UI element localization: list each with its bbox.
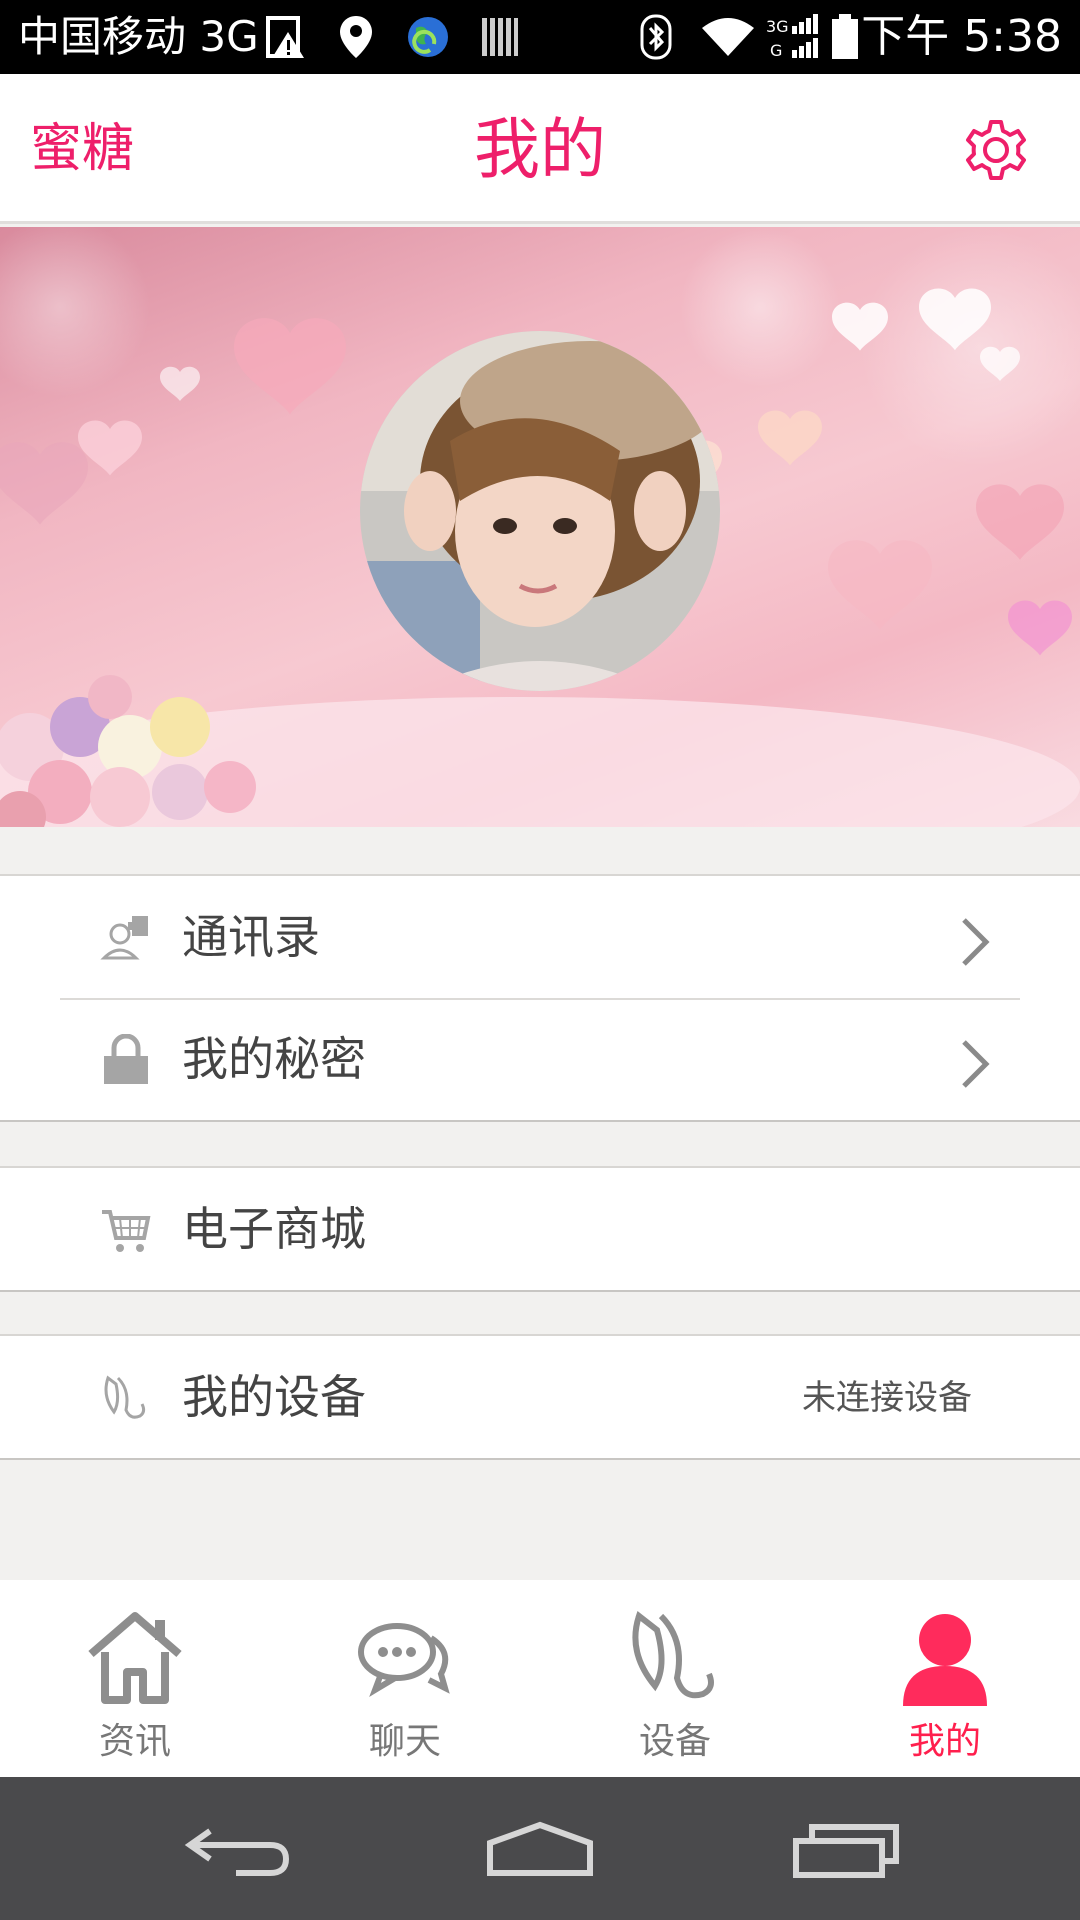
menu-item-label: 通讯录 [182,910,320,964]
page-title: 我的 [474,111,606,188]
menu-item-label: 我的秘密 [182,1032,366,1086]
device-icon [632,1611,714,1699]
avatar[interactable] [360,331,720,691]
chevron-right-icon [962,1040,990,1088]
tab-label: 我的 [908,1721,981,1762]
chat-icon [358,1623,450,1697]
status-bar: 中国移动 3G 3G G 下午 5:38 [0,0,1080,74]
profile-banner [0,227,1080,827]
avatar-photo [360,331,720,691]
tab-news[interactable]: 资讯 [0,1580,270,1777]
tab-label: 设备 [638,1721,711,1762]
menu-item-contacts[interactable]: 通讯录 [0,876,1080,998]
home-icon[interactable] [480,1813,600,1883]
chevron-right-icon [962,918,990,966]
recents-icon[interactable] [786,1813,906,1883]
tab-mine[interactable]: 我的 [810,1580,1080,1777]
tab-device[interactable]: 设备 [540,1580,810,1777]
warning-icon [266,16,304,58]
home-icon [88,1612,182,1704]
battery-icon [832,14,858,59]
location-icon [340,16,372,58]
menu-item-label: 电子商城 [182,1202,366,1256]
system-nav-bar [0,1777,1080,1920]
device-status: 未连接设备 [802,1378,972,1418]
globe-sync-icon [408,17,448,57]
contacts-icon [100,916,148,960]
svg-text:G: G [770,41,782,60]
back-icon[interactable] [180,1813,300,1883]
gear-icon[interactable] [960,114,1032,186]
lock-icon [104,1034,148,1084]
menu-group-shop: 电子商城 [0,1166,1080,1292]
app-header: 蜜糖 我的 [0,74,1080,224]
menu-group-device: 我的设备 未连接设备 [0,1334,1080,1460]
tab-chat[interactable]: 聊天 [270,1580,540,1777]
carrier-label: 中国移动 3G [18,12,259,61]
menu-item-label: 我的设备 [182,1370,366,1424]
clock: 下午 5:38 [861,11,1062,62]
barcode-icon [482,18,518,56]
wifi-icon [702,18,754,56]
device-icon [104,1375,146,1419]
menu-item-my-device[interactable]: 我的设备 未连接设备 [0,1336,1080,1458]
tab-label: 聊天 [368,1721,441,1762]
bluetooth-icon [640,14,672,60]
person-icon [903,1614,987,1706]
signal-icon: 3G G [766,14,818,60]
cart-icon [102,1210,151,1252]
menu-item-secrets[interactable]: 我的秘密 [0,998,1080,1120]
menu-item-shop[interactable]: 电子商城 [0,1168,1080,1290]
svg-text:3G: 3G [766,17,789,36]
menu-group-personal: 通讯录 我的秘密 [0,874,1080,1122]
tab-label: 资讯 [98,1721,171,1762]
bottom-tab-bar: 资讯 聊天 设备 我的 [0,1580,1080,1777]
